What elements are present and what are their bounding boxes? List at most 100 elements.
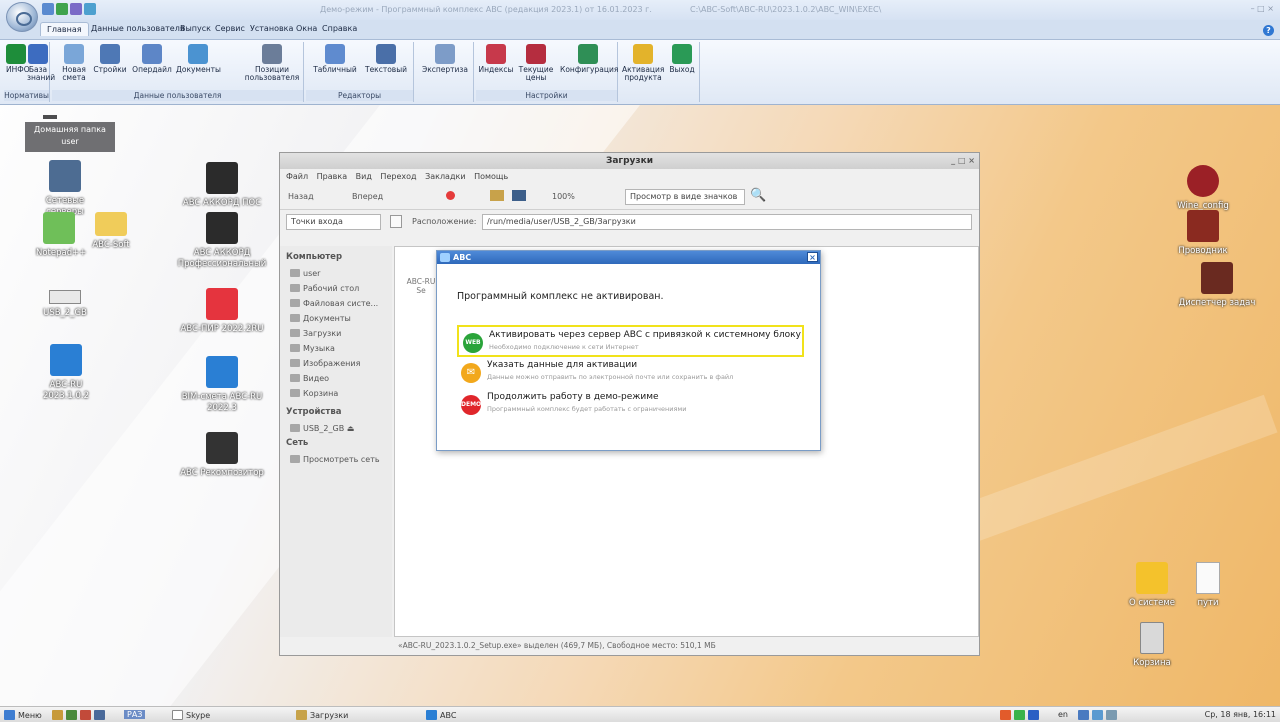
undo-icon[interactable] (56, 3, 68, 15)
home-icon[interactable] (490, 190, 504, 201)
network-icon[interactable] (1078, 710, 1089, 720)
taskbar-item-raz[interactable]: РАЗ (124, 710, 146, 719)
edit-location-icon[interactable] (390, 215, 402, 228)
trash-icon[interactable]: Корзина (1124, 622, 1180, 669)
files-icon[interactable] (52, 710, 63, 720)
sidebar-item-browse-network[interactable]: Просмотреть сеть (280, 452, 392, 467)
new-estimate-button[interactable]: Новая смета (60, 44, 88, 82)
close-icon[interactable]: × (807, 252, 818, 262)
stop-icon[interactable] (446, 191, 455, 200)
redo-icon[interactable] (70, 3, 82, 15)
wine-config-icon[interactable]: Wine_config (1165, 165, 1241, 212)
user-positions-button[interactable]: Позиции пользователя (244, 44, 300, 82)
info-button[interactable]: ИНФО (6, 44, 30, 74)
volume-icon[interactable] (1092, 710, 1103, 720)
current-prices-button[interactable]: Текущие цены (516, 44, 556, 82)
fm-menu-help[interactable]: Помощь (474, 172, 508, 181)
abc-recomposer-icon[interactable]: ABC Рекомпозитор (172, 432, 272, 479)
search-icon[interactable]: 🔍 (750, 188, 766, 203)
tab-output[interactable]: Выпуск (180, 24, 211, 33)
sidebar-item-documents[interactable]: Документы (280, 311, 392, 326)
exit-button[interactable]: Выход (668, 44, 696, 74)
folder-icon (290, 374, 300, 382)
fm-menu-view[interactable]: Вид (356, 172, 372, 181)
indexes-button[interactable]: Индексы (478, 44, 514, 74)
forward-button[interactable]: Вперед (352, 192, 383, 201)
fm-menu-file[interactable]: Файл (286, 172, 308, 181)
app-menu-button[interactable] (6, 2, 38, 32)
operfile-button[interactable]: Опердайл (132, 44, 172, 74)
fm-menu-edit[interactable]: Правка (317, 172, 347, 181)
sidebar-item-pictures[interactable]: Изображения (280, 356, 392, 371)
window-controls[interactable]: – □ × (1251, 4, 1274, 13)
sidebar-item-videos[interactable]: Видео (280, 371, 392, 386)
sidebar-item-user[interactable]: user (280, 266, 392, 281)
sidebar-item-music[interactable]: Музыка (280, 341, 392, 356)
location-input[interactable]: /run/media/user/USB_2_GB/Загрузки (482, 214, 972, 230)
tab-main[interactable]: Главная (40, 22, 89, 36)
app-icon[interactable] (66, 710, 77, 720)
taskbar-item-abc[interactable]: ABC (426, 710, 456, 720)
activation-data-option[interactable]: ✉ Указать данные для активации Данные мо… (457, 357, 804, 389)
taskbar-item-downloads[interactable]: Загрузки (296, 710, 348, 720)
task-manager-icon[interactable]: Диспетчер задач (1165, 262, 1269, 309)
back-button[interactable]: Назад (288, 192, 314, 201)
app-icon[interactable] (94, 710, 105, 720)
abc-akkord-pro-icon[interactable]: ABC АККОРД Профессиональный (172, 212, 272, 270)
help-icon[interactable]: ? (1263, 25, 1274, 36)
tab-service[interactable]: Сервис (215, 24, 245, 33)
home-folder-icon[interactable]: Домашняя папка user (25, 115, 115, 152)
constructions-button[interactable]: Стройки (92, 44, 128, 74)
table-editor-button[interactable]: Табличный (310, 44, 360, 74)
sidebar-item-downloads[interactable]: Загрузки (280, 326, 392, 341)
fm-menu-go[interactable]: Переход (380, 172, 416, 181)
explorer-icon[interactable]: Проводник (1165, 210, 1241, 257)
keyboard-layout[interactable]: en (1058, 710, 1068, 719)
bluetooth-icon[interactable] (1028, 710, 1039, 720)
notepad-icon[interactable]: Notepad++ (36, 212, 86, 259)
computer-icon[interactable] (512, 190, 526, 201)
configuration-button[interactable]: Конфигурация (560, 44, 618, 74)
activate-server-option[interactable]: WEB Активировать через сервер ABC с прив… (457, 325, 804, 357)
fm-title: Загрузки (605, 156, 654, 166)
app-icon[interactable] (80, 710, 91, 720)
file-item[interactable]: ABC-RU Se (405, 277, 437, 295)
tray-icon[interactable] (1000, 710, 1011, 720)
tab-user-data[interactable]: Данные пользователя (91, 24, 185, 33)
fm-window-controls[interactable]: _ □ × (951, 153, 975, 169)
dialog-titlebar: ABC × (437, 251, 820, 264)
tab-help[interactable]: Справка (322, 24, 357, 33)
save-icon[interactable] (42, 3, 54, 15)
start-menu-button[interactable]: Меню (4, 710, 42, 720)
print-icon[interactable] (84, 3, 96, 15)
abc-ru-icon[interactable]: ABC-RU 2023.1.0.2 (28, 344, 104, 402)
product-activation-button[interactable]: Активация продукта (622, 44, 664, 82)
text-editor-button[interactable]: Текстовый (362, 44, 410, 74)
tab-windows[interactable]: Окна (296, 24, 317, 33)
fm-menu-bookmarks[interactable]: Закладки (425, 172, 465, 181)
battery-icon[interactable] (1106, 710, 1117, 720)
sidebar-item-usb[interactable]: USB_2_GB ⏏ (280, 421, 392, 436)
abc-akkord-pos-icon[interactable]: ABC АККОРД ПОС (172, 162, 272, 209)
view-mode-select[interactable]: Просмотр в виде значков (625, 189, 745, 205)
usb-drive-icon[interactable]: USB_2_GB (30, 282, 100, 319)
taskbar-item-skype[interactable]: Skype (172, 710, 210, 720)
sidebar-item-filesystem[interactable]: Файловая систе... (280, 296, 392, 311)
paths-file-icon[interactable]: пути (1180, 562, 1236, 609)
bim-smeta-icon[interactable]: BIM-смета ABC-RU 2022.3 (172, 356, 272, 414)
clock[interactable]: Ср, 18 янв, 16:11 (1205, 710, 1276, 719)
demo-mode-option[interactable]: DEMO Продолжить работу в демо-режиме Про… (457, 389, 804, 421)
abc-pir-icon[interactable]: ABC-ПИР 2022.2RU (172, 288, 272, 335)
abc-soft-folder-icon[interactable]: ABC-Soft (88, 212, 134, 251)
network-servers-icon[interactable]: Сетевые серверы (30, 160, 100, 218)
sidebar-item-desktop[interactable]: Рабочий стол (280, 281, 392, 296)
eject-icon[interactable]: ⏏ (347, 424, 355, 433)
sidebar-item-trash[interactable]: Корзина (280, 386, 392, 401)
documents-button[interactable]: Документы (176, 44, 221, 74)
about-system-icon[interactable]: О системе (1124, 562, 1180, 609)
knowledge-base-button[interactable]: База знаний (27, 44, 55, 82)
expertise-button[interactable]: Экспертиза (420, 44, 470, 74)
entry-points-select[interactable]: Точки входа (286, 214, 381, 230)
check-icon[interactable] (1014, 710, 1025, 720)
tab-install[interactable]: Установка (250, 24, 293, 33)
